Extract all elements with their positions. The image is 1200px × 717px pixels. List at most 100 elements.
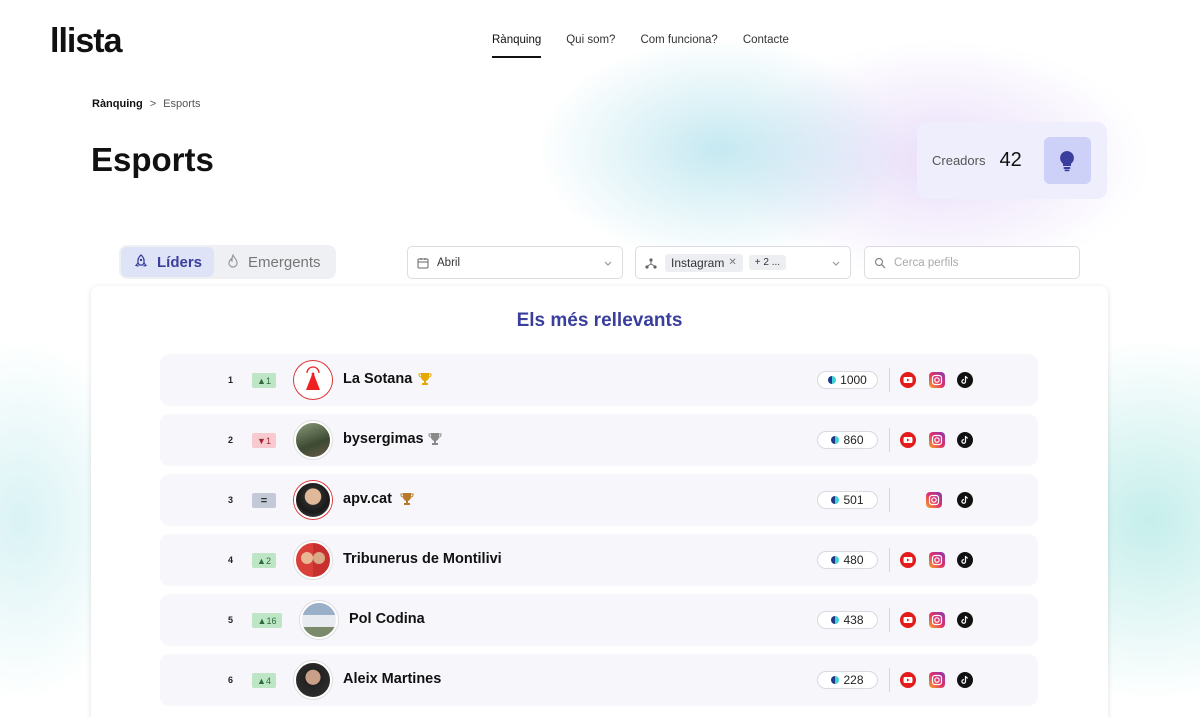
divider (889, 368, 890, 392)
rank-number: 5 (228, 615, 234, 625)
creator-name[interactable]: Aleix Martines (343, 671, 441, 687)
ranking-row[interactable]: 5 ▲16 Pol Codina 438 (160, 594, 1038, 646)
avatar[interactable] (300, 601, 338, 639)
rank-number: 4 (228, 555, 234, 565)
score-icon (831, 616, 840, 624)
divider (889, 428, 890, 452)
trophy-icon (418, 372, 432, 391)
search-icon (874, 257, 886, 269)
score-value: 438 (843, 613, 864, 627)
tiktok-icon[interactable] (957, 552, 973, 568)
tab-emergents[interactable]: Emergents (214, 247, 333, 277)
avatar[interactable] (294, 361, 332, 399)
creator-name[interactable]: bysergimas (343, 431, 424, 447)
nav-item-contacte[interactable]: Contacte (743, 34, 789, 58)
ranking-panel: Els més rellevants 1 ▲1 La Sotana 1000 2… (91, 286, 1108, 717)
tiktok-icon[interactable] (957, 672, 973, 688)
creator-name[interactable]: apv.cat (343, 491, 392, 507)
chevron-down-icon (603, 258, 613, 271)
chevron-down-icon (831, 258, 841, 271)
creator-name[interactable]: Pol Codina (349, 611, 425, 627)
score-value: 501 (843, 493, 864, 507)
ranking-row[interactable]: 3 = apv.cat 501 (160, 474, 1038, 526)
network-select[interactable]: Instagram ✕ + 2 ... (635, 246, 851, 279)
close-icon[interactable]: ✕ (728, 257, 736, 268)
divider (889, 668, 890, 692)
rank-change-badge: ▼1 (252, 433, 276, 448)
score-badge: 860 (817, 431, 878, 449)
ranking-row[interactable]: 1 ▲1 La Sotana 1000 (160, 354, 1038, 406)
creator-name[interactable]: La Sotana (343, 371, 412, 387)
score-value: 228 (843, 673, 864, 687)
avatar[interactable] (294, 661, 332, 699)
score-badge: 438 (817, 611, 878, 629)
ranking-row[interactable]: 2 ▼1 bysergimas 860 (160, 414, 1038, 466)
youtube-icon[interactable] (900, 552, 916, 568)
ranking-row[interactable]: 6 ▲4 Aleix Martines 228 (160, 654, 1038, 706)
flame-icon (226, 254, 240, 270)
calendar-icon (417, 257, 429, 269)
youtube-icon[interactable] (900, 432, 916, 448)
network-chip-more[interactable]: + 2 ... (748, 255, 787, 270)
score-badge: 228 (817, 671, 878, 689)
nav-item-com-funciona[interactable]: Com funciona? (640, 34, 717, 58)
breadcrumb-root[interactable]: Rànquing (92, 98, 143, 110)
main-nav: Rànquing Qui som? Com funciona? Contacte (492, 34, 789, 58)
avatar[interactable] (294, 481, 332, 519)
score-value: 480 (843, 553, 864, 567)
rank-number: 2 (228, 435, 234, 445)
score-value: 1000 (840, 373, 867, 387)
tab-liders[interactable]: Líders (121, 247, 215, 277)
tiktok-icon[interactable] (957, 612, 973, 628)
instagram-icon[interactable] (929, 432, 945, 448)
logo-text: llista (50, 22, 122, 60)
trophy-icon (428, 432, 442, 451)
network-chip-instagram[interactable]: Instagram ✕ (665, 253, 743, 272)
score-badge: 480 (817, 551, 878, 569)
tab-emergents-label: Emergents (248, 253, 321, 271)
score-value: 860 (843, 433, 864, 447)
instagram-icon[interactable] (929, 672, 945, 688)
score-icon (828, 376, 837, 384)
tab-liders-label: Líders (157, 253, 203, 271)
network-icon (645, 257, 657, 269)
rank-number: 1 (228, 375, 234, 385)
panel-title: Els més rellevants (516, 310, 683, 331)
divider (889, 548, 890, 572)
ranking-row[interactable]: 4 ▲2 Tribunerus de Montilivi 480 (160, 534, 1038, 586)
breadcrumb-current: Esports (163, 98, 201, 110)
month-select-value: Abril (437, 256, 461, 269)
nav-item-qui-som[interactable]: Qui som? (566, 34, 615, 58)
nav-item-ranquing[interactable]: Rànquing (492, 34, 542, 58)
youtube-icon[interactable] (900, 372, 916, 388)
rank-number: 6 (228, 675, 234, 685)
tiktok-icon[interactable] (957, 432, 973, 448)
logo[interactable]: llista (50, 22, 122, 61)
creators-count: 42 (999, 149, 1022, 171)
divider (889, 488, 890, 512)
divider (889, 608, 890, 632)
youtube-icon[interactable] (900, 672, 916, 688)
search-input[interactable]: Cerca perfils (864, 246, 1080, 279)
month-select[interactable]: Abril (407, 246, 623, 279)
creators-card: Creadors 42 (917, 122, 1107, 199)
tiktok-icon[interactable] (957, 372, 973, 388)
rank-number: 3 (228, 495, 234, 505)
rank-change-badge: = (252, 493, 276, 508)
page-title: Esports (91, 141, 214, 178)
rank-change-badge: ▲2 (252, 553, 276, 568)
instagram-icon[interactable] (926, 492, 942, 508)
tiktok-icon[interactable] (957, 492, 973, 508)
score-icon (831, 676, 840, 684)
instagram-icon[interactable] (929, 612, 945, 628)
instagram-icon[interactable] (929, 552, 945, 568)
creator-name[interactable]: Tribunerus de Montilivi (343, 551, 502, 567)
youtube-icon[interactable] (900, 612, 916, 628)
instagram-icon[interactable] (929, 372, 945, 388)
rank-change-badge: ▲16 (252, 613, 282, 628)
network-chip-label: Instagram (671, 255, 725, 270)
search-placeholder: Cerca perfils (894, 256, 959, 269)
avatar[interactable] (294, 421, 332, 459)
lightbulb-icon[interactable] (1043, 137, 1091, 184)
avatar[interactable] (294, 541, 332, 579)
